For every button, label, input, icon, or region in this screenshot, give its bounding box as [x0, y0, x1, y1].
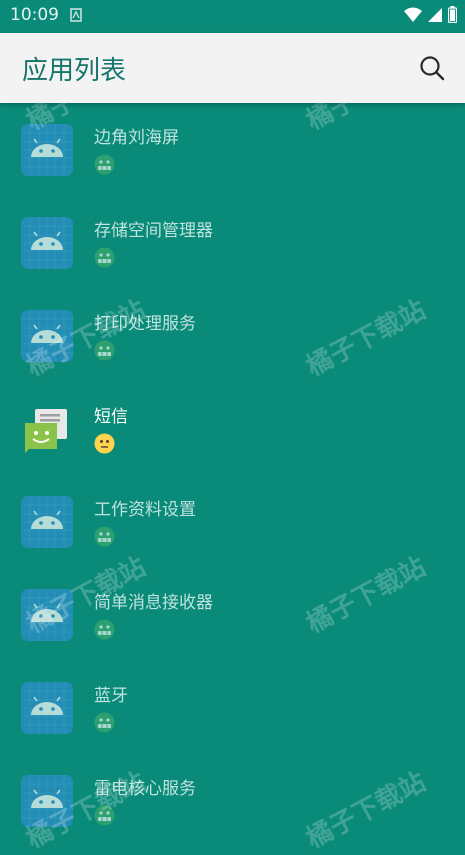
app-list-item[interactable]: 简单消息接收器 [0, 568, 465, 661]
android-icon [21, 124, 73, 176]
search-icon[interactable] [419, 55, 445, 81]
app-list-item[interactable]: 边角刘海屏 [0, 103, 465, 196]
android-face-icon [94, 247, 115, 268]
app-name: 短信 [94, 407, 128, 427]
android-icon [21, 217, 73, 269]
wifi-icon [404, 7, 422, 22]
app-name: 蓝牙 [94, 686, 128, 706]
android-face-icon [94, 805, 115, 826]
android-icon [21, 682, 73, 734]
android-face-icon [94, 526, 115, 547]
app-list-item[interactable]: 短信 [0, 382, 465, 475]
android-face-icon [94, 619, 115, 640]
app-list-item[interactable]: 工作资料设置 [0, 475, 465, 568]
app-name: 简单消息接收器 [94, 593, 213, 613]
android-icon [21, 775, 73, 827]
status-bar: 10:09 [0, 0, 465, 33]
page-title: 应用列表 [22, 56, 127, 86]
android-face-icon [94, 340, 115, 361]
notification-icon [70, 8, 82, 22]
messaging-icon [25, 409, 67, 453]
app-name: 边角刘海屏 [94, 128, 179, 148]
app-name: 打印处理服务 [94, 314, 196, 334]
app-list[interactable]: 边角刘海屏存储空间管理器 打印处理服务 短信工作资料设置 简单消息接收器 蓝牙雷电核心服… [0, 103, 465, 828]
app-bar: 应用列表 [0, 33, 465, 103]
android-icon [21, 310, 73, 362]
app-name: 雷电核心服务 [94, 779, 196, 799]
cellular-signal-icon [428, 7, 442, 22]
android-face-icon [94, 154, 115, 175]
battery-icon [448, 6, 457, 23]
app-list-item[interactable]: 蓝牙 [0, 661, 465, 754]
android-icon [21, 589, 73, 641]
app-list-item[interactable]: 雷电核心服务 [0, 754, 465, 828]
app-list-item[interactable]: 存储空间管理器 [0, 196, 465, 289]
app-list-item[interactable]: 打印处理服务 [0, 289, 465, 382]
android-face-icon [94, 712, 115, 733]
neutral-face-emoji-icon [94, 433, 115, 454]
app-name: 工作资料设置 [94, 500, 196, 520]
android-icon [21, 496, 73, 548]
status-time: 10:09 [10, 5, 59, 25]
app-name: 存储空间管理器 [94, 221, 213, 241]
